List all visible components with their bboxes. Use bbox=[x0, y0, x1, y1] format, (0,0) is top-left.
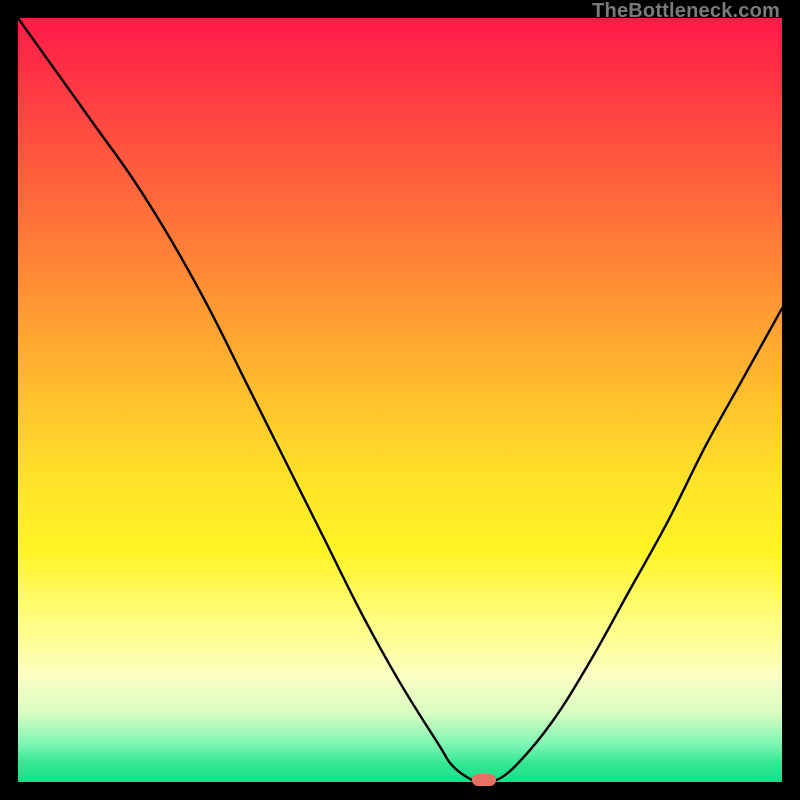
optimal-marker bbox=[472, 774, 496, 786]
bottleneck-curve bbox=[18, 18, 782, 782]
plot-area bbox=[18, 18, 782, 782]
chart-frame: TheBottleneck.com bbox=[0, 0, 800, 800]
watermark-text: TheBottleneck.com bbox=[592, 0, 780, 23]
